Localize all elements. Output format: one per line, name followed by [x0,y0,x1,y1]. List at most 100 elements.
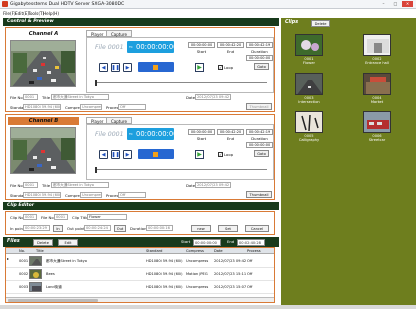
thumbnail-button[interactable]: Thumbnail [246,103,272,110]
clip-title-field[interactable]: Flower [87,214,127,220]
clips-grid: 0001 Flower 0002 Entrance hall 0003 Inte… [281,28,416,309]
out-point-field[interactable]: 00:00:24:24 [84,225,111,231]
date-field[interactable]: 2012/07/23 09:42 [195,94,231,100]
set-button[interactable]: Set [218,224,238,232]
out-button[interactable]: Out [114,224,126,232]
row-process: Off [247,272,253,276]
channel-b-block: Channel B Player Capture File 0001 TC 00… [5,114,275,200]
loop-label: Loop [224,152,234,157]
close-button[interactable]: ✕ [402,1,413,7]
window-bottom-edge [0,305,416,309]
channel-b-name: Channel B [8,117,79,125]
process-field[interactable]: Off [118,104,146,110]
row-no: 0003 [19,285,29,289]
forward-button[interactable]: ▶ [123,63,132,72]
slider-thumb[interactable] [95,80,97,86]
slider-thumb[interactable] [95,167,97,173]
play-icon: ▶ [197,151,202,158]
goto-button[interactable]: Goto [254,63,269,70]
horizontal-scrollbar[interactable] [6,297,274,302]
start-field[interactable]: 00:00:00:00 [188,42,215,48]
title-field[interactable]: 都市大通Street in Tokyo [51,182,109,188]
clip-editor-panel: Clip No. 0001 File No. 0001 Clip Title F… [5,211,275,235]
tab-capture[interactable]: Capture [106,117,132,124]
forward-icon: ▶ [125,64,130,71]
stop-button[interactable] [138,149,174,159]
delete-file-button[interactable]: Delete [33,238,53,246]
pause-icon: ❚❚ [111,64,120,71]
scrollbar-thumb[interactable] [8,298,98,302]
rewind-icon: ◀ [101,151,106,158]
rewind-button[interactable]: ◀ [99,63,108,72]
position-slider[interactable] [95,80,267,86]
goto-button[interactable]: Goto [254,150,269,157]
rewind-button[interactable]: ◀ [99,150,108,159]
date-field[interactable]: 2012/07/23 09:42 [195,182,231,188]
clips-header: Clips Delete [281,18,416,28]
start-field[interactable]: 00:00:00:00 [193,238,221,246]
end-label: End [227,239,235,244]
forward-button[interactable]: ▶ [123,150,132,159]
standard-field[interactable]: HD1080i 59.94 (60i) [23,192,61,198]
col-process: Process [247,248,261,253]
minimize-button[interactable]: – [378,1,389,7]
in-point-field[interactable]: 00:00:23:29 [23,225,50,231]
standard-field[interactable]: HD1080i 59.94 (60i) [23,104,61,110]
loop-checkbox[interactable]: ✓ [218,65,223,70]
file-no-label: File No. [10,183,24,188]
start-field[interactable]: 00:00:00:00 [188,129,215,135]
row-standard: HD1080i 59.94 (60i) [146,272,183,276]
date-label: Date [186,183,196,188]
new-button[interactable]: new [191,224,211,232]
goto-field[interactable]: 00:00:00:00 [246,142,273,148]
row-thumbnail [29,256,42,266]
clip-name: Flower [303,61,315,65]
menu-tools[interactable]: Tools(T) [28,11,44,16]
table-row[interactable]: 0002 Bees HD1080i 59.94 (60i) Motion JPE… [6,268,274,281]
pause-button[interactable]: ❚❚ [111,63,120,72]
thumbnail-button[interactable]: Thumbnail [246,191,272,198]
file-no-field[interactable]: 0001 [23,94,38,100]
duration-field[interactable]: 00:00:42:19 [246,42,273,48]
menu-edit[interactable]: Edit(E) [15,11,29,16]
delete-clip-button[interactable]: Delete [311,19,330,27]
pause-button[interactable]: ❚❚ [111,150,120,159]
files-header: Files Delete Edit Start 00:00:00:00 End … [3,237,279,247]
col-no: No. [19,248,25,253]
clip-editor-header: Clip Editor [3,202,279,210]
duration-field[interactable]: 00:00:42:19 [246,129,273,135]
position-slider[interactable] [95,167,267,173]
col-compress: Compress [186,248,204,253]
end-field[interactable]: 00:02:40:28 [237,238,265,246]
compress-field[interactable]: Uncompress [80,104,102,110]
menu-help[interactable]: Help(H) [43,11,59,16]
end-field[interactable]: 00:00:42:20 [217,129,244,135]
menu-file[interactable]: File(F) [3,11,16,16]
file-no-field[interactable]: 0001 [23,182,38,188]
timecode-value: 00:00:00:00 [136,130,178,138]
clip-no-field[interactable]: 0001 [23,214,37,220]
file-no-field[interactable]: 0001 [54,214,68,220]
table-row[interactable]: 0003 Lond街道 HD1080i 59.94 (60i) Uncompre… [6,281,274,294]
table-row[interactable]: ▸ 0001 都市大通Street in Tokyo HD1080i 59.94… [6,255,274,268]
app-icon [2,1,8,7]
cancel-button[interactable]: Cancel [245,224,269,232]
stop-button[interactable] [138,62,174,72]
in-button[interactable]: In [53,224,63,232]
clips-title: Clips [285,20,299,25]
file-no-label: File No. [10,95,24,100]
play-button[interactable]: ▶ [195,150,204,159]
compress-field[interactable]: Uncompress [80,192,102,198]
tab-capture[interactable]: Capture [106,30,132,37]
goto-field[interactable]: 00:00:00:00 [246,55,273,61]
edit-file-button[interactable]: Edit [58,238,78,246]
title-field[interactable]: 都市大通Street in Tokyo [51,94,109,100]
loop-checkbox[interactable]: ✓ [218,152,223,157]
end-field[interactable]: 00:00:42:20 [217,42,244,48]
process-field[interactable]: Off [118,192,146,198]
row-standard: HD1080i 59.94 (60i) [146,259,183,263]
maximize-button[interactable]: □ [390,1,401,7]
duration-field[interactable]: 00:00:00:16 [146,225,173,231]
play-button[interactable]: ▶ [195,63,204,72]
row-compress: Uncompress [186,259,209,263]
